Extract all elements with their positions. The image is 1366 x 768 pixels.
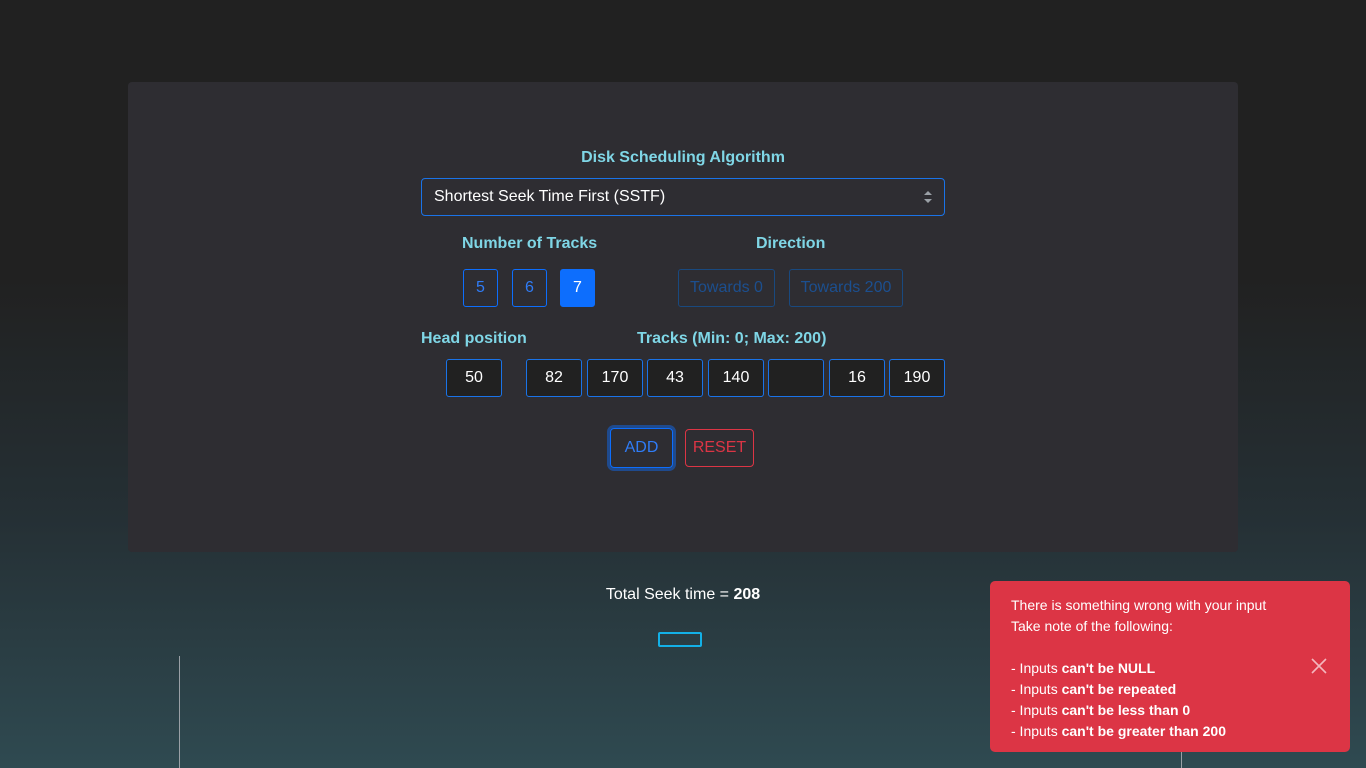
track-input-6[interactable]: 16 bbox=[829, 359, 885, 397]
reset-button[interactable]: RESET bbox=[685, 429, 754, 467]
algorithm-selected-value: Shortest Seek Time First (SSTF) bbox=[434, 188, 666, 205]
tracks-count-option-7[interactable]: 7 bbox=[560, 269, 595, 307]
error-toast: There is something wrong with your input… bbox=[990, 581, 1350, 752]
head-position-label: Head position bbox=[421, 330, 527, 347]
track-input-7[interactable]: 190 bbox=[889, 359, 945, 397]
total-seek-time-value: 208 bbox=[733, 586, 761, 603]
algorithm-label: Disk Scheduling Algorithm bbox=[581, 149, 785, 166]
track-input-2[interactable]: 170 bbox=[587, 359, 643, 397]
toast-rule: - Inputs can't be less than 0 bbox=[1011, 702, 1191, 718]
tracks-count-option-5[interactable]: 5 bbox=[463, 269, 498, 307]
head-position-input[interactable]: 50 bbox=[446, 359, 502, 397]
direction-label: Direction bbox=[756, 235, 826, 252]
add-button[interactable]: ADD bbox=[610, 428, 673, 468]
track-input-1[interactable]: 82 bbox=[526, 359, 582, 397]
select-arrows-icon bbox=[924, 191, 932, 203]
close-icon[interactable] bbox=[1310, 657, 1328, 675]
toast-subtitle: Take note of the following: bbox=[1011, 618, 1173, 634]
seek-graph-marker bbox=[658, 632, 702, 647]
algorithm-select[interactable]: Shortest Seek Time First (SSTF) bbox=[421, 178, 945, 216]
toast-rule: - Inputs can't be repeated bbox=[1011, 681, 1177, 697]
toast-rule: - Inputs can't be NULL bbox=[1011, 660, 1156, 676]
tracks-label: Tracks (Min: 0; Max: 200) bbox=[637, 330, 827, 347]
toast-message: There is something wrong with your input bbox=[1011, 597, 1267, 613]
track-input-3[interactable]: 43 bbox=[647, 359, 703, 397]
direction-towards-200-button[interactable]: Towards 200 bbox=[789, 269, 903, 307]
total-seek-time-label: Total Seek time = bbox=[605, 586, 734, 603]
tracks-count-option-6[interactable]: 6 bbox=[512, 269, 547, 307]
tracks-count-label: Number of Tracks bbox=[462, 235, 598, 252]
direction-towards-0-button[interactable]: Towards 0 bbox=[678, 269, 775, 307]
track-input-4[interactable]: 140 bbox=[708, 359, 764, 397]
graph-axis-left bbox=[179, 656, 180, 768]
toast-rule: - Inputs can't be greater than 200 bbox=[1011, 723, 1226, 739]
track-input-5[interactable] bbox=[768, 359, 824, 397]
